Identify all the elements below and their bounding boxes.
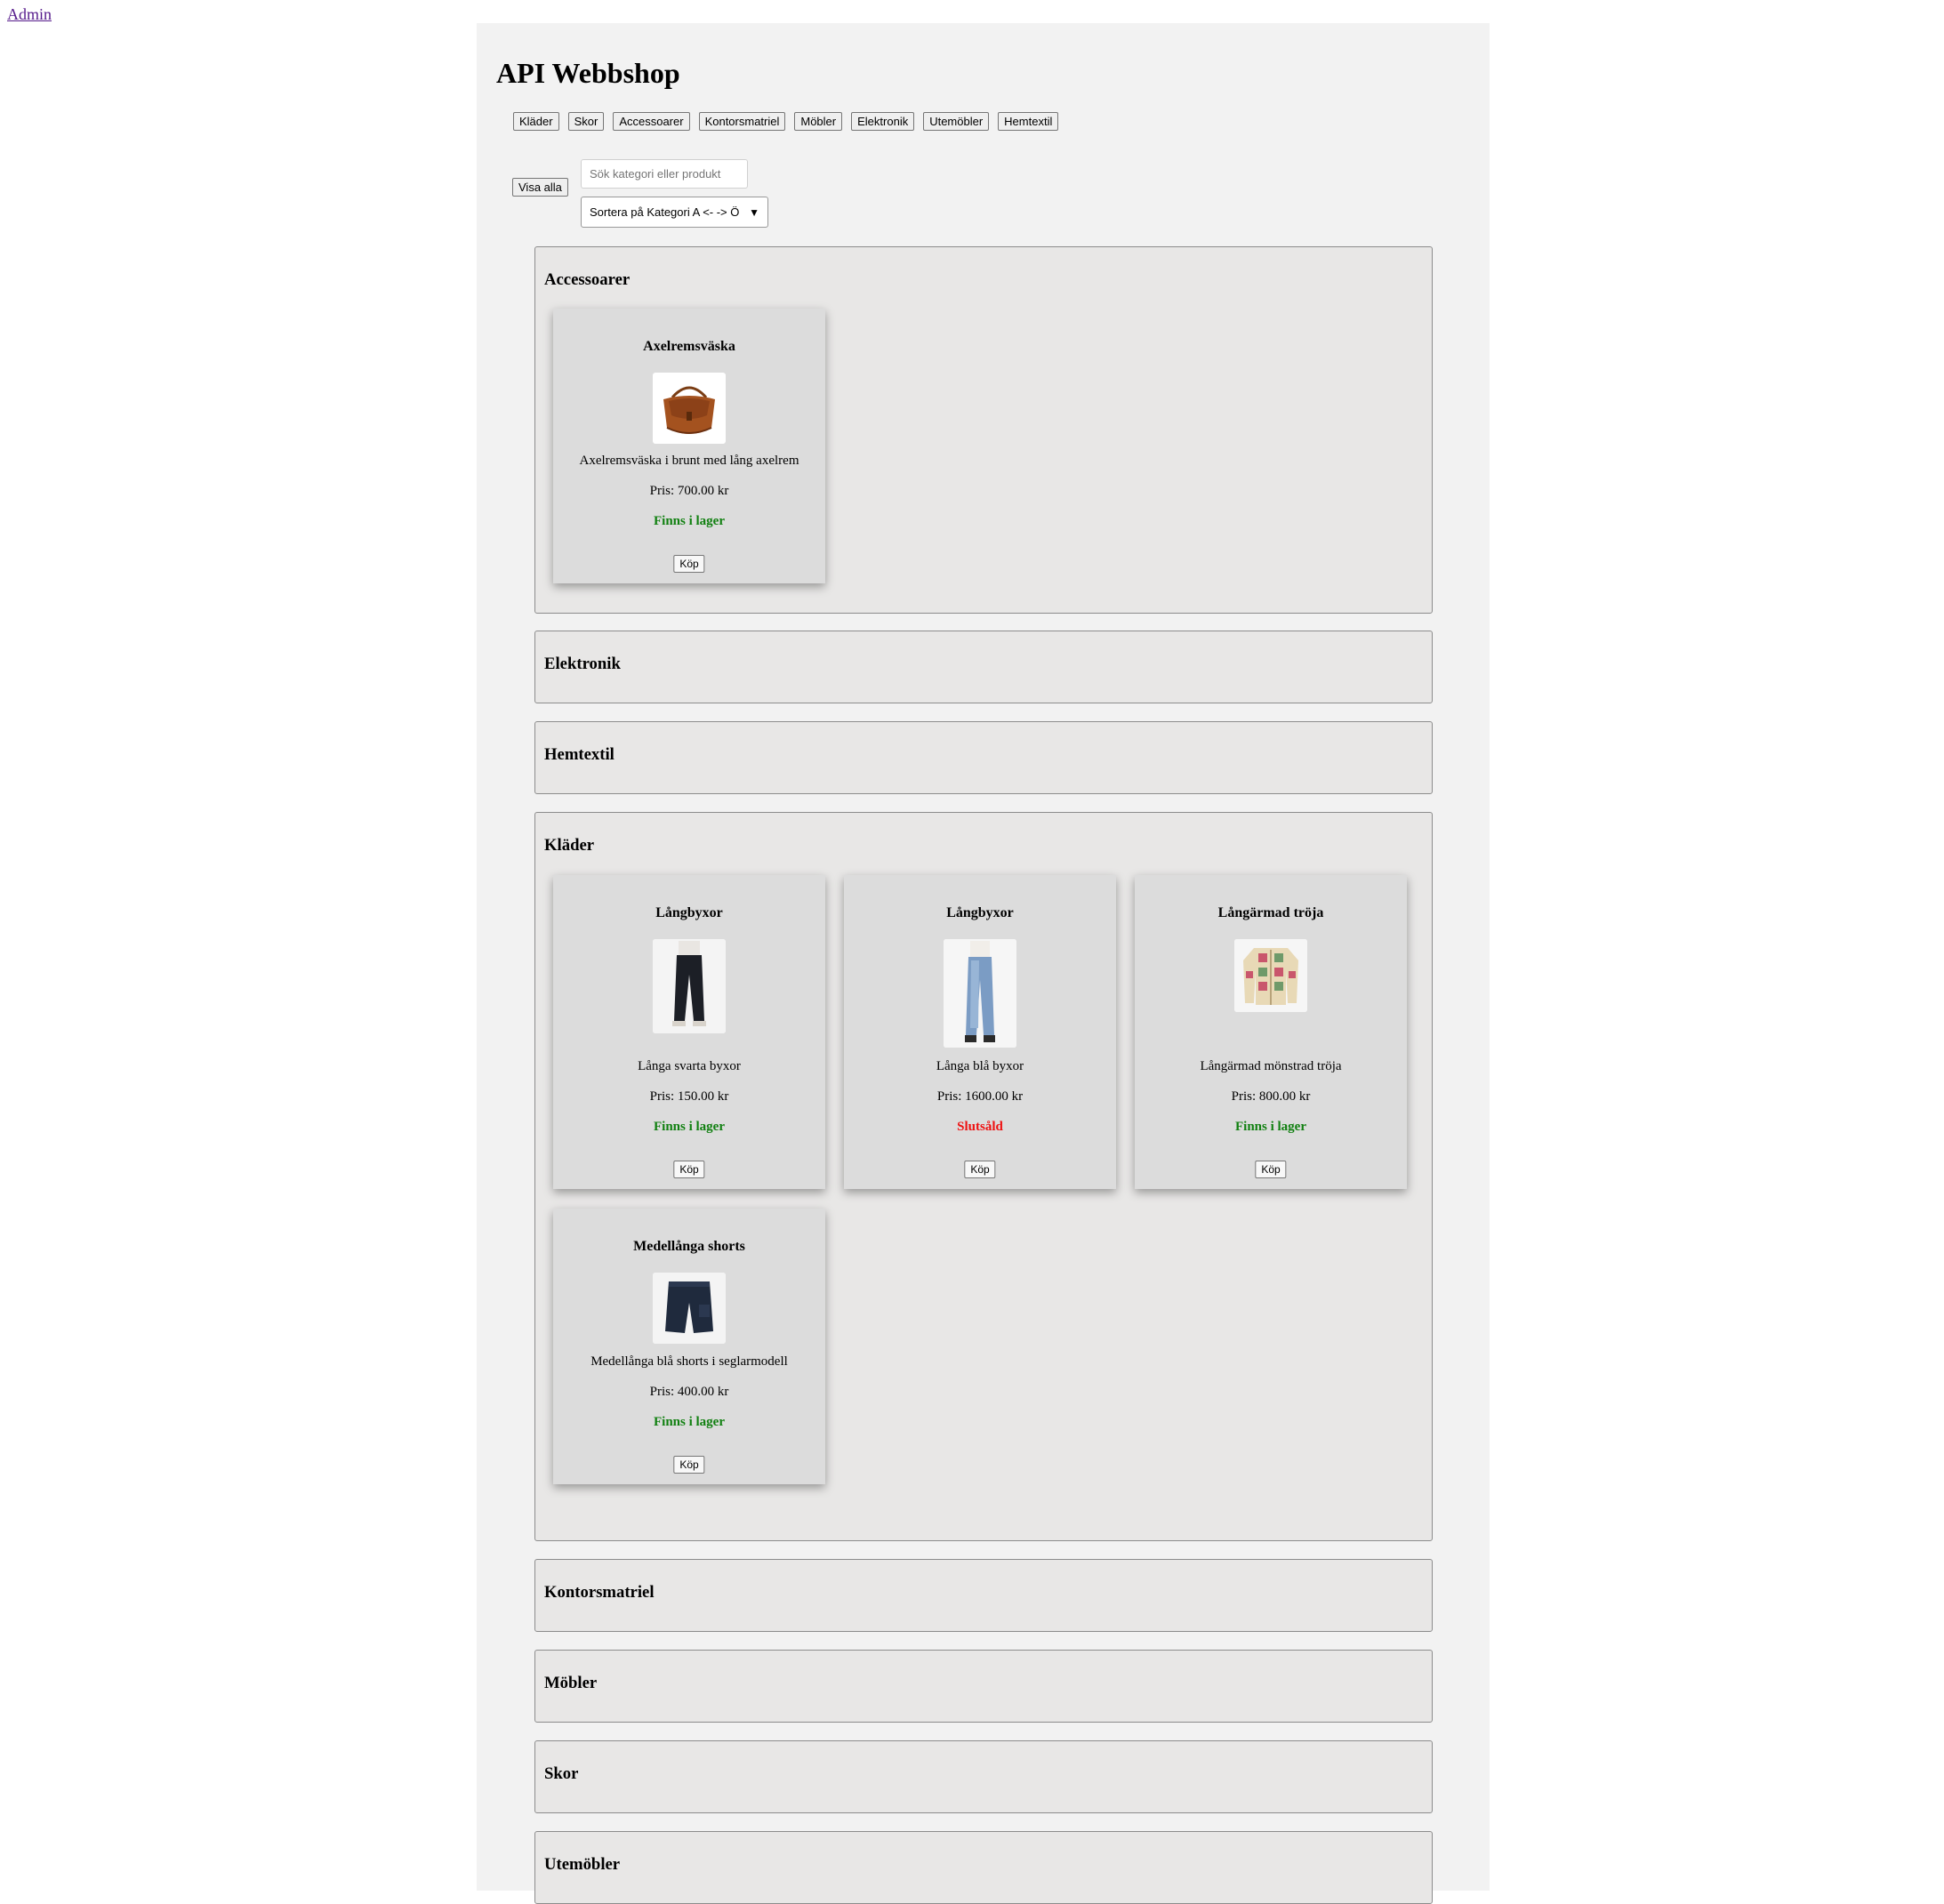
- product-description: Långärmad mönstrad tröja: [1200, 1059, 1342, 1073]
- chevron-down-icon: ▼: [749, 205, 759, 219]
- product-price: Pris: 150.00 kr: [649, 1089, 729, 1104]
- buy-button[interactable]: Köp: [673, 1161, 705, 1178]
- buy-button[interactable]: Köp: [673, 1456, 705, 1474]
- category-button-hemtextil[interactable]: Hemtextil: [998, 112, 1059, 131]
- brown-leather-bag-image: [653, 373, 726, 444]
- stock-status: Slutsåld: [957, 1120, 1003, 1134]
- category-button-utemobler[interactable]: Utemöbler: [923, 112, 990, 131]
- patterned-cardigan-image: [1234, 939, 1307, 1012]
- category-button-skor[interactable]: Skor: [567, 112, 605, 131]
- category-button-mobler[interactable]: Möbler: [794, 112, 843, 131]
- product-name: Långärmad tröja: [1217, 905, 1324, 920]
- page-title: API Webbshop: [496, 57, 680, 89]
- section-title: Accessoarer: [544, 270, 631, 289]
- category-section-skor: Skor: [534, 1740, 1433, 1813]
- section-title: Hemtextil: [544, 745, 615, 764]
- product-name: Långbyxor: [946, 905, 1014, 920]
- category-section-mobler: Möbler: [534, 1650, 1433, 1723]
- stock-status: Finns i lager: [653, 1415, 725, 1429]
- product-price: Pris: 400.00 kr: [649, 1385, 729, 1399]
- product-description: Långa blå byxor: [936, 1059, 1024, 1073]
- stock-status: Finns i lager: [1234, 1120, 1306, 1134]
- navy-shorts-image: [653, 1273, 726, 1344]
- section-title: Utemöbler: [544, 1855, 621, 1874]
- product-name: Axelremsväska: [643, 339, 735, 354]
- category-section-accessoarer: Accessoarer Axelremsväska Axelremsväska …: [534, 246, 1433, 614]
- category-button-klader[interactable]: Kläder: [513, 112, 559, 131]
- product-description: Långa svarta byxor: [638, 1059, 741, 1073]
- category-section-elektronik: Elektronik: [534, 631, 1433, 703]
- buy-button[interactable]: Köp: [673, 555, 705, 573]
- search-input[interactable]: [581, 159, 748, 189]
- product-price: Pris: 1600.00 kr: [936, 1089, 1024, 1104]
- category-section-klader: Kläder Långbyxor Långa svarta byxor Pris…: [534, 812, 1433, 1541]
- main-panel: API Webbshop Kläder Skor Accessoarer Kon…: [477, 23, 1490, 1904]
- category-button-accessoarer[interactable]: Accessoarer: [613, 112, 690, 131]
- category-button-elektronik[interactable]: Elektronik: [851, 112, 915, 131]
- product-card: Långärmad tröja Långärmad mönstrad tröja: [1135, 875, 1407, 1189]
- sort-select-value: Sortera på Kategori A <- -> Ö: [590, 205, 740, 219]
- section-title: Kontorsmatriel: [544, 1583, 655, 1602]
- section-title: Kläder: [544, 836, 595, 855]
- product-card: Långbyxor Långa blå byxor Pris: 1600.00 …: [844, 875, 1116, 1189]
- product-card: Medellånga shorts Medellånga blå shorts …: [553, 1209, 825, 1484]
- product-name: Medellånga shorts: [633, 1239, 745, 1254]
- product-description: Axelremsväska i brunt med lång axelrem: [579, 454, 799, 468]
- category-section-utemobler: Utemöbler: [534, 1831, 1433, 1904]
- blue-jeans-image: [944, 939, 1016, 1048]
- product-description: Medellånga blå shorts i seglarmodell: [590, 1354, 788, 1369]
- black-trousers-image: [653, 939, 726, 1033]
- category-section-kontorsmatriel: Kontorsmatriel: [534, 1559, 1433, 1632]
- product-card: Axelremsväska Axelremsväska i brunt med …: [553, 309, 825, 583]
- sort-select[interactable]: Sortera på Kategori A <- -> Ö ▼: [581, 197, 768, 228]
- stock-status: Finns i lager: [653, 1120, 725, 1134]
- product-price: Pris: 700.00 kr: [649, 484, 729, 498]
- section-title: Elektronik: [544, 655, 621, 673]
- category-section-hemtextil: Hemtextil: [534, 721, 1433, 794]
- category-filter-bar: Kläder Skor Accessoarer Kontorsmatriel M…: [513, 112, 1059, 131]
- product-name: Långbyxor: [655, 905, 723, 920]
- show-all-button[interactable]: Visa alla: [512, 178, 568, 197]
- section-title: Skor: [544, 1764, 579, 1783]
- buy-button[interactable]: Köp: [964, 1161, 996, 1178]
- product-card: Långbyxor Långa svarta byxor Pris: 150.0…: [553, 875, 825, 1189]
- buy-button[interactable]: Köp: [1255, 1161, 1287, 1178]
- product-price: Pris: 800.00 kr: [1231, 1089, 1311, 1104]
- section-title: Möbler: [544, 1674, 598, 1692]
- admin-link[interactable]: Admin: [7, 5, 52, 24]
- category-button-kontorsmatriel[interactable]: Kontorsmatriel: [698, 112, 786, 131]
- stock-status: Finns i lager: [653, 514, 725, 528]
